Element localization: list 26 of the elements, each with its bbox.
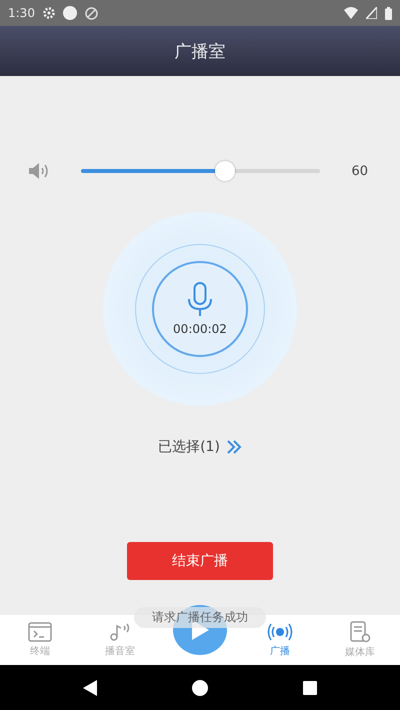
nav-tab[interactable]: 媒体库 [320, 615, 400, 665]
selected-count: 已选择(1) [158, 438, 220, 456]
recents-icon[interactable] [303, 680, 317, 694]
broadcast-icon [267, 622, 293, 642]
document-icon [349, 621, 371, 643]
volume-value: 60 [351, 164, 368, 178]
no-disturb-icon [84, 6, 98, 20]
wifi-icon [344, 7, 358, 19]
screen-title: 广播室 [174, 40, 226, 62]
home-icon[interactable] [192, 680, 208, 696]
terminal-icon [28, 622, 52, 642]
nav-tab[interactable]: 终端 [0, 615, 80, 665]
music-note-icon [108, 622, 132, 642]
back-icon[interactable] [83, 680, 97, 696]
battery-icon [385, 6, 392, 20]
microphone-icon [187, 282, 213, 318]
toast-message: 请求广播任务成功 [134, 607, 266, 628]
recording-timer: 00:00:02 [173, 322, 227, 336]
signal-icon [366, 7, 377, 19]
circle-icon [62, 6, 77, 20]
stop-broadcast-button[interactable]: 结束广播 [127, 542, 273, 580]
speaker-icon [28, 162, 50, 180]
status-time: 1:30 [8, 6, 35, 20]
record-button[interactable]: 00:00:02 [103, 212, 297, 406]
double-chevron-icon[interactable] [226, 439, 242, 455]
settings-icon [42, 7, 55, 19]
